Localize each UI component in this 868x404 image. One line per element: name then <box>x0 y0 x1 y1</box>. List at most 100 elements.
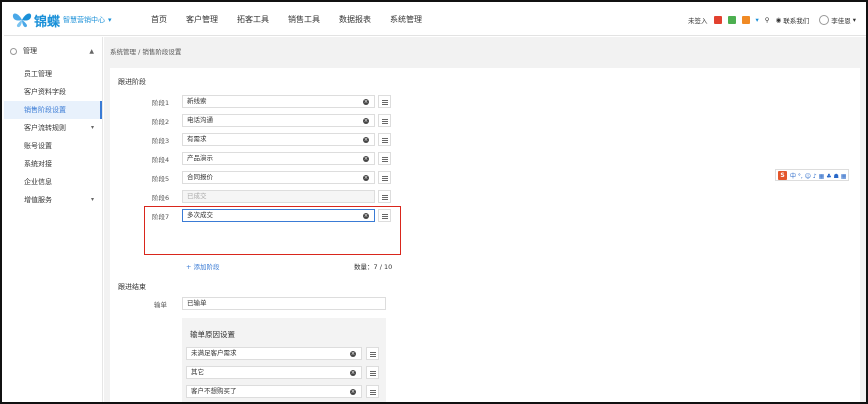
sidebar-item[interactable]: 员工管理 <box>4 65 102 83</box>
add-stage-link[interactable]: + 添加阶段 <box>186 261 220 271</box>
loss-name-input[interactable]: 已输单 <box>182 297 386 310</box>
stage-row: 阶段4 产品演示 × <box>110 152 410 165</box>
drag-handle-icon[interactable] <box>378 133 391 146</box>
stage-name-value: 电话沟通 <box>187 116 213 124</box>
drag-handle-icon[interactable] <box>378 152 391 165</box>
sidebar-item-label: 员工管理 <box>24 70 52 78</box>
sidebar-item[interactable]: 客户资料字段 <box>4 83 102 101</box>
stage-label: 阶段6 <box>152 194 170 202</box>
sidebar-item-label: 系统对接 <box>24 160 52 168</box>
chevron-up-icon: ▲ <box>89 48 94 55</box>
stage-name-input[interactable]: 电话沟通 × <box>182 114 375 127</box>
panel-title: 跟进结束 <box>118 283 146 291</box>
search-icon[interactable]: ⚲ <box>765 16 770 24</box>
logo-text: 锦蝶 <box>34 14 61 30</box>
chevron-down-icon[interactable]: ▾ <box>853 16 856 24</box>
loss-reason-row: 未满足客户需求 × <box>186 347 382 360</box>
loss-reason-input[interactable]: 未满足客户需求 × <box>186 347 362 360</box>
loss-reason-row: 客户不想购买了 × <box>186 385 382 398</box>
drag-handle-icon[interactable] <box>378 190 391 203</box>
nav-item[interactable]: 销售工具 <box>288 4 320 36</box>
close-icon[interactable]: × <box>350 389 356 395</box>
main-nav: 首页 客户管理 拓客工具 销售工具 数据报表 系统管理 <box>151 4 441 36</box>
stage-name-input[interactable]: 新线索 × <box>182 95 375 108</box>
stage-name-input[interactable]: 产品演示 × <box>182 152 375 165</box>
loss-reason-input[interactable]: 客户不想购买了 × <box>186 385 362 398</box>
butterfly-logo-icon <box>12 12 32 28</box>
reason-box-title: 输单原因设置 <box>190 330 235 339</box>
loss-reason-value: 其它 <box>191 368 204 376</box>
nav-item[interactable]: 首页 <box>151 4 167 36</box>
sign-in-status[interactable]: 未签入 <box>688 15 708 25</box>
stage-name-input[interactable]: 合同报价 × <box>182 171 375 184</box>
chevron-down-icon[interactable]: ▾ <box>756 16 759 24</box>
sidebar-item[interactable]: 企业信息 <box>4 173 102 191</box>
chevron-down-icon: ▾ <box>108 16 112 24</box>
loss-reasons-box: 输单原因设置 未满足客户需求 × 其它 × 客户不想购买了 × <box>182 318 386 402</box>
sidebar-item-label: 客户资料字段 <box>24 88 66 96</box>
stage-label: 阶段2 <box>152 118 170 126</box>
stage-name-value: 合同报价 <box>187 173 213 181</box>
drag-handle-icon[interactable] <box>366 366 379 379</box>
stage-row: 阶段6 已成交 <box>110 190 410 203</box>
stage-label: 阶段5 <box>152 175 170 183</box>
sidebar-item[interactable]: 销售阶段设置 <box>4 101 102 119</box>
globe-icon: ◉ <box>775 16 782 24</box>
ime-toolbar[interactable]: S 中 °, ☺ ♪ ▦ ♣ ☗ ▦ <box>775 169 850 181</box>
sidebar-item[interactable]: 客户流转规则 ▾ <box>4 119 102 137</box>
nav-item[interactable]: 数据报表 <box>339 4 371 36</box>
drag-handle-icon[interactable] <box>378 171 391 184</box>
close-icon[interactable]: × <box>363 118 369 124</box>
stage-name-value: 新线索 <box>187 97 207 105</box>
logo-subtitle: 智慧营销中心 <box>63 16 106 24</box>
sidebar-item-label: 客户流转规则 <box>24 124 66 132</box>
loss-reason-input[interactable]: 其它 × <box>186 366 362 379</box>
sidebar-item[interactable]: 增值服务 ▾ <box>4 191 102 209</box>
stage-name-value: 已成交 <box>187 192 207 200</box>
stage-label: 阶段1 <box>152 99 170 107</box>
stage-name-value: 产品演示 <box>187 154 213 162</box>
nav-item[interactable]: 拓客工具 <box>237 4 269 36</box>
loss-reason-value: 客户不想购买了 <box>191 387 237 395</box>
topbar-right: 未签入 ▾ ⚲ ◉ 联系我们 李佳恩 ▾ <box>686 4 856 36</box>
highlight-box <box>144 206 401 255</box>
close-icon[interactable]: × <box>350 370 356 376</box>
green-app-icon[interactable] <box>727 16 736 24</box>
orange-app-icon[interactable] <box>741 16 750 24</box>
close-icon[interactable]: × <box>363 175 369 181</box>
nav-item[interactable]: 客户管理 <box>186 4 218 36</box>
stage-row: 阶段5 合同报价 × <box>110 171 410 184</box>
nav-item[interactable]: 系统管理 <box>390 4 422 36</box>
sidebar-item[interactable]: 账号设置 <box>4 137 102 155</box>
sidebar-header[interactable]: 管理 ▲ <box>4 37 102 65</box>
stages-panel: 跟进阶段 阶段1 新线索 × 阶段2 电话沟通 × 阶段3 有需求 × 阶段4 产品演示 × 阶段5 合同… <box>110 68 860 302</box>
sogou-logo-icon: S <box>778 170 787 180</box>
contact-us-link[interactable]: 联系我们 <box>783 15 809 25</box>
close-icon[interactable]: × <box>350 351 356 357</box>
top-navbar: 锦蝶 智慧营销中心 ▾ 首页 客户管理 拓客工具 销售工具 数据报表 系统管理 未签入 ▾… <box>4 4 866 36</box>
red-app-icon[interactable] <box>713 16 722 24</box>
ime-glyphs: 中 °, ☺ ♪ ▦ ♣ ☗ ▦ <box>790 172 847 180</box>
drag-handle-icon[interactable] <box>378 95 391 108</box>
stage-name-input[interactable]: 有需求 × <box>182 133 375 146</box>
avatar[interactable] <box>819 15 830 25</box>
close-icon[interactable]: × <box>363 137 369 143</box>
follow-end-panel: 跟进结束 输单 已输单 输单原因设置 未满足客户需求 × 其它 × 客户不想购买了 × <box>110 273 860 402</box>
drag-handle-icon[interactable] <box>366 347 379 360</box>
chevron-down-icon: ▾ <box>90 196 94 203</box>
sidebar-header-label: 管理 <box>23 47 37 55</box>
drag-handle-icon[interactable] <box>378 114 391 127</box>
app-window: 锦蝶 智慧营销中心 ▾ 首页 客户管理 拓客工具 销售工具 数据报表 系统管理 未签入 ▾… <box>0 0 868 404</box>
loss-reason-row: 其它 × <box>186 366 382 379</box>
close-icon[interactable]: × <box>363 99 369 105</box>
loss-reason-value: 未满足客户需求 <box>191 349 237 357</box>
drag-handle-icon[interactable] <box>366 385 379 398</box>
close-icon[interactable]: × <box>363 156 369 162</box>
sidebar-item[interactable]: 系统对接 <box>4 155 102 173</box>
brand-logo[interactable]: 锦蝶 智慧营销中心 ▾ <box>12 10 112 30</box>
stage-name-value: 有需求 <box>187 135 207 143</box>
sidebar: 管理 ▲ 员工管理客户资料字段销售阶段设置客户流转规则 ▾ 账号设置系统对接企业信息… <box>4 37 103 402</box>
chevron-down-icon: ▾ <box>90 124 94 131</box>
sidebar-item-label: 增值服务 <box>24 196 52 204</box>
user-name[interactable]: 李佳恩 <box>831 15 851 25</box>
